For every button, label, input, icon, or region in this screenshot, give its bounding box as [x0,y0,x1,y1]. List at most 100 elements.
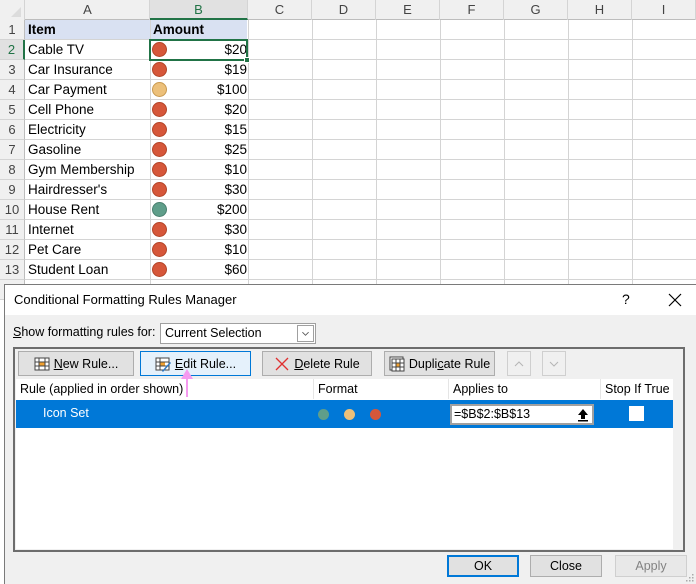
dialog-title: Conditional Formatting Rules Manager [14,292,237,307]
stop-if-true-checkbox[interactable] [629,406,644,421]
duplicate-rule-button[interactable]: Duplicate Rule [384,351,495,376]
applies-to-input[interactable]: =$B$2:$B$13 [450,404,594,425]
gridline [376,20,377,300]
row-header-8[interactable]: 8 [0,160,25,180]
show-rules-label: Show formatting rules for: [13,325,155,339]
column-header-h[interactable]: H [568,0,632,20]
row-header-7[interactable]: 7 [0,140,25,160]
gridline [150,20,151,300]
cell-amount[interactable]: $30 [224,180,247,200]
help-button[interactable]: ? [622,291,630,307]
red-circle-icon [152,242,167,257]
cell-item[interactable]: Student Loan [28,260,108,280]
new-rule-label: New Rule... [53,356,119,371]
cell-item[interactable]: House Rent [28,200,99,220]
row-header-9[interactable]: 9 [0,180,25,200]
row-header-2[interactable]: 2 [0,40,25,60]
gridline [25,139,696,140]
cell-amount[interactable]: $200 [217,200,247,220]
red-circle-icon [152,262,167,277]
column-header-f[interactable]: F [440,0,504,20]
collapse-dialog-icon[interactable] [576,407,590,422]
scope-dropdown[interactable]: Current Selection [160,323,316,344]
cell-item[interactable]: Pet Care [28,240,81,260]
chevron-down-icon [549,361,559,367]
rules-panel: New Rule... Edit Rule... Delete Rule Dup… [13,347,685,552]
column-header-i[interactable]: I [632,0,696,20]
row-header-5[interactable]: 5 [0,100,25,120]
cell-item[interactable]: Gym Membership [28,160,135,180]
red-circle-icon [152,182,167,197]
chevron-up-icon [514,360,524,366]
row-header-11[interactable]: 11 [0,220,25,240]
close-icon[interactable] [663,288,687,312]
cell-item[interactable]: Cell Phone [28,100,94,120]
header-row-fill [25,20,247,40]
cell-amount[interactable]: $10 [224,160,247,180]
delete-rule-button[interactable]: Delete Rule [262,351,372,376]
column-header-c[interactable]: C [248,0,312,20]
cell-item[interactable]: Gasoline [28,140,81,160]
column-header-a[interactable]: A [26,0,150,20]
move-up-button[interactable] [507,351,531,376]
cell-amount[interactable]: $25 [224,140,247,160]
resize-grip-icon[interactable] [686,574,694,582]
yellow-circle-icon [152,82,167,97]
rule-name: Icon Set [43,406,89,420]
scope-dropdown-value: Current Selection [165,326,262,340]
column-header-g[interactable]: G [504,0,568,20]
row-header-13[interactable]: 13 [0,260,25,280]
red-circle-icon [370,409,381,420]
cell-amount[interactable]: $20 [224,100,247,120]
gridline [632,20,633,300]
yellow-circle-icon [344,409,355,420]
rule-row-icon-set[interactable]: Icon Set =$B$2:$B$13 [16,400,673,428]
column-header-b[interactable]: B [150,0,248,20]
cell-amount[interactable]: $100 [217,80,247,100]
red-circle-icon [152,222,167,237]
cell-item[interactable]: Car Payment [28,80,107,100]
header-cell-amount[interactable]: Amount [153,20,204,40]
gridline [25,199,696,200]
cell-item[interactable]: Hairdresser's [28,180,107,200]
red-circle-icon [152,162,167,177]
rules-list: Rule (applied in order shown) Format App… [16,379,673,549]
column-header-d[interactable]: D [312,0,376,20]
gridline [25,279,696,280]
row-header-12[interactable]: 12 [0,240,25,260]
cell-item[interactable]: Car Insurance [28,60,113,80]
column-header-e[interactable]: E [376,0,440,20]
chevron-down-icon[interactable] [297,325,314,342]
ok-button[interactable]: OK [447,555,519,577]
cell-item[interactable]: Internet [28,220,74,240]
gridline [440,20,441,300]
close-button[interactable]: Close [530,555,602,577]
cell-item[interactable]: Electricity [28,120,86,140]
cell-amount[interactable]: $10 [224,240,247,260]
row-header-3[interactable]: 3 [0,60,25,80]
dialog-titlebar[interactable]: Conditional Formatting Rules Manager ? [5,285,696,315]
row-header-4[interactable]: 4 [0,80,25,100]
cell-amount[interactable]: $60 [224,260,247,280]
cell-amount[interactable]: $15 [224,120,247,140]
move-down-button[interactable] [542,351,566,376]
cell-item[interactable]: Cable TV [28,40,84,60]
row-header-10[interactable]: 10 [0,200,25,220]
new-rule-button[interactable]: New Rule... [18,351,134,376]
gridline [25,39,696,40]
fill-handle[interactable] [244,57,250,63]
row-header-6[interactable]: 6 [0,120,25,140]
cell-amount[interactable]: $19 [224,60,247,80]
edit-rule-button[interactable]: Edit Rule... [140,351,251,376]
annotation-arrow-icon [181,369,193,397]
gridline [25,79,696,80]
select-all-corner[interactable] [0,0,25,20]
gridline [25,259,696,260]
apply-button[interactable]: Apply [615,555,687,577]
header-cell-item[interactable]: Item [28,20,56,40]
column-header-rule: Rule (applied in order shown) [16,379,314,399]
green-circle-icon [318,409,329,420]
gridline [25,99,696,100]
row-header-1[interactable]: 1 [0,20,25,40]
cell-amount[interactable]: $30 [224,220,247,240]
